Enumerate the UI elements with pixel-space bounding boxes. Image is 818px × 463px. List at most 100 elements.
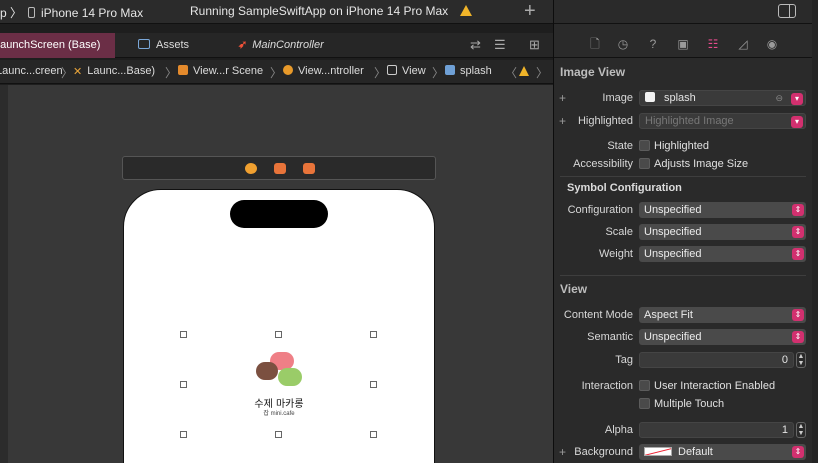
chevron-right-icon: 〉 [61, 66, 74, 80]
popup-arrows-icon: ⇕ [792, 331, 804, 343]
jump-item-view[interactable]: View [387, 65, 426, 77]
dropdown-icon[interactable]: ▾ [791, 116, 803, 128]
view-controller-icon[interactable] [245, 163, 257, 174]
interaction-label: Interaction [581, 380, 633, 392]
file-inspector-icon[interactable]: 🗋 [588, 37, 602, 51]
tag-stepper-icon[interactable]: ▲ ▼ [796, 352, 806, 368]
exit-icon[interactable] [303, 163, 315, 174]
tab-launchscreen[interactable]: LaunchScreen (Base) [0, 33, 115, 58]
scale-label: Scale [605, 226, 633, 238]
activity-status: Running SampleSwiftApp on iPhone 14 Pro … [190, 4, 449, 18]
chevron-right-icon: 〉 [374, 66, 387, 80]
resize-handle[interactable] [180, 331, 187, 338]
view-icon [387, 65, 397, 75]
view-section-header[interactable]: View [560, 282, 587, 296]
resize-handle[interactable] [180, 381, 187, 388]
resize-handle[interactable] [370, 331, 377, 338]
tag-label: Tag [615, 354, 633, 366]
resize-handle[interactable] [370, 381, 377, 388]
tab-maincontroller[interactable]: ➶ MainController [238, 33, 324, 58]
chevron-left-icon[interactable]: 〈 [505, 64, 517, 81]
configuration-popup[interactable]: Unspecified ⇕ [639, 202, 806, 218]
identity-inspector-icon[interactable]: ▣ [676, 37, 690, 51]
content-mode-label: Content Mode [563, 309, 633, 321]
popup-arrows-icon: ⇕ [792, 248, 804, 260]
background-popup[interactable]: Default ⇕ [639, 444, 806, 460]
jump-item-file[interactable]: Launc...creen [0, 65, 63, 77]
scheme-prefix: p 〉 [0, 6, 23, 20]
highlighted-checkbox-label: Highlighted [654, 140, 710, 152]
clear-icon[interactable]: ⊖ [775, 91, 783, 105]
image-view-icon [445, 65, 455, 75]
warning-icon[interactable] [519, 66, 529, 76]
first-responder-icon[interactable] [274, 163, 286, 174]
tag-field[interactable]: 0 [639, 352, 794, 368]
dropdown-icon[interactable]: ▾ [791, 93, 803, 105]
connections-inspector-icon[interactable]: ◉ [765, 37, 779, 51]
related-items-icon[interactable]: ⇄ [470, 37, 481, 53]
multiple-touch-checkbox[interactable] [639, 398, 650, 409]
macaron-brown [256, 362, 278, 380]
tab-assets[interactable]: Assets [138, 33, 189, 58]
image-field[interactable]: splash ⊖ ▾ [639, 90, 806, 106]
divider [560, 176, 806, 177]
adjusts-image-size-checkbox[interactable] [639, 158, 650, 169]
state-label: State [607, 140, 633, 152]
jump-item-splash[interactable]: splash [445, 65, 492, 77]
image-view-section-header[interactable]: Image View [560, 65, 625, 79]
jump-item-storyboard[interactable]: ✕ Launc...Base) [73, 65, 155, 78]
alpha-field[interactable]: 1 [639, 422, 794, 438]
scene-dock[interactable] [122, 156, 436, 180]
resize-handle[interactable] [275, 331, 282, 338]
tab-main-label: MainController [252, 39, 324, 51]
iphone-scene[interactable]: 수제 마카롱 잡 mini.cafe [123, 189, 435, 463]
user-interaction-checkbox[interactable] [639, 380, 650, 391]
warning-icon[interactable] [460, 5, 472, 16]
weight-popup[interactable]: Unspecified ⇕ [639, 246, 806, 262]
attributes-inspector-icon[interactable]: ☷ [706, 37, 720, 51]
scheme-selector[interactable]: p 〉 iPhone 14 Pro Max [0, 4, 143, 21]
image-value: splash [664, 92, 696, 104]
highlighted-label: Highlighted [577, 115, 633, 127]
editor-options-icon[interactable]: ☰ [494, 37, 506, 53]
tab-assets-label: Assets [156, 39, 190, 51]
resize-handle[interactable] [180, 431, 187, 438]
resize-handle[interactable] [370, 431, 377, 438]
add-editor-icon[interactable]: ⊞ [529, 37, 540, 53]
history-inspector-icon[interactable]: ◷ [616, 37, 630, 51]
semantic-popup[interactable]: Unspecified ⇕ [639, 329, 806, 345]
jump-item-scene[interactable]: View...r Scene [178, 65, 263, 77]
tab-launchscreen-label: LaunchScreen (Base) [0, 39, 101, 51]
sidebar-toggle-icon[interactable] [778, 4, 796, 18]
scroll-edge [812, 0, 818, 463]
highlighted-checkbox[interactable] [639, 140, 650, 151]
user-interaction-label: User Interaction Enabled [654, 380, 776, 392]
inspector-tabs: 🗋 ◷ ? ▣ ☷ ◿ ◉ [554, 33, 812, 58]
chevron-right-icon: 〉 [270, 66, 283, 80]
run-destination[interactable]: iPhone 14 Pro Max [41, 6, 143, 20]
semantic-label: Semantic [587, 331, 633, 343]
storyboard-icon: ✕ [73, 66, 83, 78]
divider [560, 275, 806, 276]
popup-arrows-icon: ⇕ [792, 204, 804, 216]
interface-builder-canvas[interactable]: 수제 마카롱 잡 mini.cafe [0, 85, 553, 463]
resize-handle[interactable] [275, 431, 282, 438]
chevron-right-icon[interactable]: 〉 [536, 64, 548, 81]
content-mode-popup[interactable]: Aspect Fit ⇕ [639, 307, 806, 323]
symbol-configuration-header: Symbol Configuration [567, 182, 682, 194]
jump-bar: Launc...creen 〉 ✕ Launc...Base) 〉 View...… [0, 60, 553, 84]
alpha-stepper-icon[interactable]: ▲ ▼ [796, 422, 806, 438]
view-controller-icon [283, 65, 293, 75]
jump-item-controller[interactable]: View...ntroller [283, 65, 364, 77]
size-inspector-icon[interactable]: ◿ [736, 37, 750, 51]
swift-file-icon: ➶ [238, 39, 248, 51]
asset-catalog-icon [138, 39, 150, 49]
help-inspector-icon[interactable]: ? [646, 37, 660, 51]
background-label: Background [574, 446, 633, 458]
default-color-swatch-icon [644, 447, 672, 456]
highlighted-image-field[interactable]: Highlighted Image ▾ [639, 113, 806, 129]
add-tab-plus-icon[interactable]: + [524, 0, 536, 23]
scale-popup[interactable]: Unspecified ⇕ [639, 224, 806, 240]
canvas-gutter [0, 85, 8, 463]
scene-icon [178, 65, 188, 75]
